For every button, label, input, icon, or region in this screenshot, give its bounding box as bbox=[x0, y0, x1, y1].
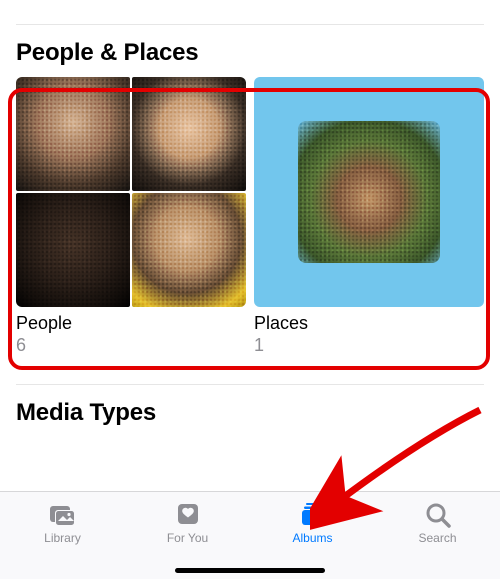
album-title: People bbox=[16, 313, 246, 335]
face-thumb bbox=[132, 193, 246, 307]
search-icon bbox=[423, 500, 453, 528]
section-title-people-places: People & Places bbox=[16, 39, 484, 67]
face-thumb bbox=[16, 77, 130, 191]
people-places-row: People 6 Places 1 bbox=[16, 77, 484, 356]
tab-bar: Library For You Albums Search bbox=[0, 491, 500, 579]
face-thumb bbox=[132, 77, 246, 191]
tab-search[interactable]: Search bbox=[375, 500, 500, 545]
tab-label: Albums bbox=[292, 531, 332, 545]
album-places[interactable]: Places 1 bbox=[254, 77, 484, 356]
face-thumb bbox=[16, 193, 130, 307]
people-thumbnail bbox=[16, 77, 246, 307]
album-count: 1 bbox=[254, 335, 484, 357]
for-you-icon bbox=[173, 500, 203, 528]
tab-label: Search bbox=[418, 531, 456, 545]
places-thumbnail bbox=[254, 77, 484, 307]
places-cluster bbox=[298, 121, 441, 264]
tab-albums[interactable]: Albums bbox=[250, 500, 375, 545]
tab-for-you[interactable]: For You bbox=[125, 500, 250, 545]
tab-label: For You bbox=[167, 531, 208, 545]
home-indicator bbox=[175, 568, 325, 573]
album-people[interactable]: People 6 bbox=[16, 77, 246, 356]
divider bbox=[16, 24, 484, 25]
tab-label: Library bbox=[44, 531, 81, 545]
section-title-media-types: Media Types bbox=[16, 399, 484, 427]
album-count: 6 bbox=[16, 335, 246, 357]
library-icon bbox=[48, 500, 78, 528]
album-title: Places bbox=[254, 313, 484, 335]
divider bbox=[16, 384, 484, 385]
albums-icon bbox=[298, 500, 328, 528]
tab-library[interactable]: Library bbox=[0, 500, 125, 545]
